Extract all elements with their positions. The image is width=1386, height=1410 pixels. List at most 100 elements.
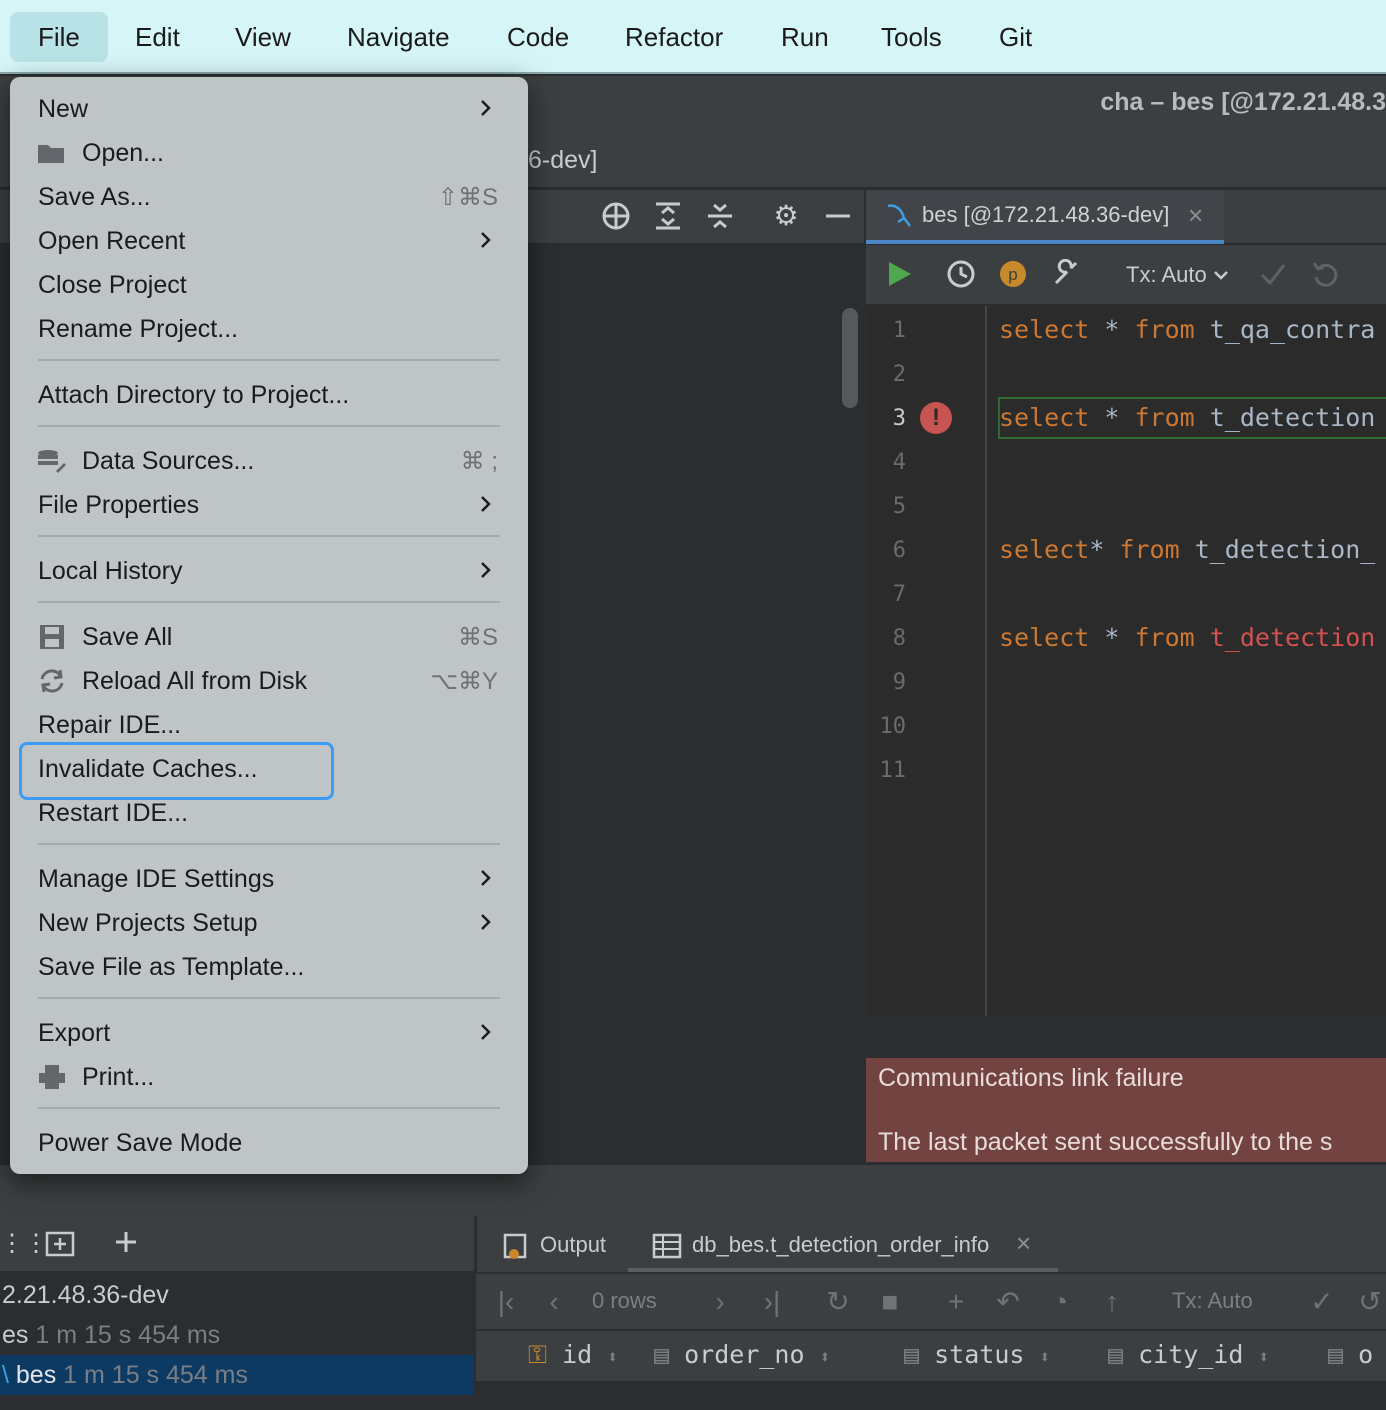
transaction-mode-select[interactable]: Tx: Auto bbox=[1172, 1288, 1253, 1314]
rollback-icon[interactable] bbox=[1310, 259, 1340, 289]
breadcrumb[interactable]: 6-dev] bbox=[528, 146, 597, 175]
menu-item-attach-directory[interactable]: Attach Directory to Project... bbox=[10, 373, 508, 417]
menu-view[interactable]: View bbox=[207, 12, 319, 62]
wrench-icon[interactable] bbox=[1050, 259, 1080, 289]
menu-tools[interactable]: Tools bbox=[853, 12, 970, 62]
rows-count-select[interactable]: 0 rows bbox=[592, 1288, 657, 1314]
menu-item-print[interactable]: Print... bbox=[10, 1055, 508, 1099]
scrollbar[interactable] bbox=[842, 308, 858, 408]
chevron-right-icon bbox=[481, 914, 491, 930]
menu-code[interactable]: Code bbox=[479, 12, 597, 62]
revert-icon[interactable]: ↶ bbox=[990, 1284, 1026, 1320]
expand-all-icon[interactable] bbox=[652, 200, 684, 232]
save-icon bbox=[40, 625, 64, 649]
menu-separator bbox=[38, 997, 500, 999]
error-message-detail: The last packet sent successfully to the… bbox=[878, 1128, 1333, 1156]
stop-icon[interactable]: ■ bbox=[872, 1284, 908, 1320]
collapse-all-icon[interactable] bbox=[704, 200, 736, 232]
preview-icon[interactable]: ◔ bbox=[1042, 1284, 1078, 1320]
menu-item-close-project[interactable]: Close Project bbox=[10, 263, 508, 307]
refresh-icon[interactable]: ↻ bbox=[820, 1284, 856, 1320]
rollback-icon[interactable]: ↺ bbox=[1352, 1284, 1386, 1320]
add-row-icon[interactable]: + bbox=[938, 1284, 974, 1320]
menu-item-power-save-mode[interactable]: Power Save Mode bbox=[10, 1121, 508, 1165]
window-title: cha – bes [@172.21.48.3 bbox=[1100, 88, 1386, 116]
menu-navigate[interactable]: Navigate bbox=[319, 12, 478, 62]
commit-icon[interactable] bbox=[1258, 259, 1288, 289]
column-header[interactable]: ▤ city_id ⬍ bbox=[1108, 1340, 1269, 1369]
line-number: 4 bbox=[892, 450, 906, 475]
menu-separator bbox=[38, 843, 500, 845]
folder-icon bbox=[38, 145, 64, 163]
menu-item-reload-all[interactable]: Reload All from Disk ⌥⌘Y bbox=[10, 659, 508, 703]
svg-text:p: p bbox=[1008, 265, 1017, 284]
menu-item-repair-ide[interactable]: Repair IDE... bbox=[10, 703, 508, 747]
history-icon[interactable] bbox=[946, 259, 976, 289]
gear-icon[interactable]: ⚙ bbox=[768, 198, 804, 234]
menu-item-open[interactable]: Open... bbox=[10, 131, 508, 175]
menu-item-data-sources[interactable]: Data Sources... ⌘ ; bbox=[10, 439, 508, 483]
line-number: 7 bbox=[892, 582, 906, 607]
line-number: 10 bbox=[879, 714, 907, 739]
tab-output[interactable]: Output bbox=[540, 1232, 606, 1258]
mysql-dolphin-icon: \ bbox=[2, 1361, 9, 1389]
list-item[interactable]: es 1 m 15 s 454 ms bbox=[0, 1315, 474, 1355]
commit-icon[interactable]: ✓ bbox=[1304, 1284, 1340, 1320]
previous-page-icon[interactable]: ‹ bbox=[536, 1284, 572, 1320]
table-body bbox=[476, 1381, 1386, 1410]
add-icon[interactable] bbox=[112, 1228, 144, 1260]
mysql-dolphin-icon bbox=[887, 204, 911, 227]
menu-item-restart-ide[interactable]: Restart IDE... bbox=[10, 791, 508, 835]
locate-icon[interactable] bbox=[600, 200, 632, 232]
line-number: 6 bbox=[892, 538, 906, 563]
menu-item-rename-project[interactable]: Rename Project... bbox=[10, 307, 508, 351]
column-header[interactable]: ▤ order_no ⬍ bbox=[654, 1340, 830, 1369]
menu-item-open-recent[interactable]: Open Recent bbox=[10, 219, 508, 263]
column-header[interactable]: ▤ o bbox=[1328, 1340, 1373, 1369]
run-icon[interactable] bbox=[884, 259, 914, 289]
menu-item-export[interactable]: Export bbox=[10, 1011, 508, 1055]
menu-item-new-projects-setup[interactable]: New Projects Setup bbox=[10, 901, 508, 945]
column-header[interactable]: ▤ status ⬍ bbox=[904, 1340, 1050, 1369]
menu-item-manage-ide-settings[interactable]: Manage IDE Settings bbox=[10, 857, 508, 901]
line-number: 2 bbox=[892, 362, 906, 387]
line-number: 11 bbox=[879, 758, 907, 783]
menu-item-save-file-as-template[interactable]: Save File as Template... bbox=[10, 945, 508, 989]
code-line: select * from t_qa_contra bbox=[999, 315, 1376, 344]
first-page-icon[interactable]: |‹ bbox=[488, 1284, 524, 1320]
submit-icon[interactable]: ↑ bbox=[1094, 1284, 1130, 1320]
menu-run[interactable]: Run bbox=[753, 12, 857, 62]
menu-git[interactable]: Git bbox=[971, 12, 1060, 62]
menu-item-save-all[interactable]: Save All ⌘S bbox=[10, 615, 508, 659]
menu-refactor[interactable]: Refactor bbox=[597, 12, 751, 62]
menu-item-new[interactable]: New bbox=[10, 87, 508, 131]
menu-item-local-history[interactable]: Local History bbox=[10, 549, 508, 593]
minimize-icon[interactable] bbox=[822, 200, 854, 232]
chevron-right-icon bbox=[481, 1024, 491, 1040]
menu-item-file-properties[interactable]: File Properties bbox=[10, 483, 508, 527]
last-page-icon[interactable]: ›| bbox=[754, 1284, 790, 1320]
editor-tab-label: bes [@172.21.48.36-dev] bbox=[922, 202, 1170, 227]
parameters-icon[interactable]: p bbox=[998, 259, 1028, 289]
line-number: 5 bbox=[892, 494, 906, 519]
list-item-selected[interactable]: \ bes 1 m 15 s 454 ms bbox=[0, 1355, 474, 1395]
next-page-icon[interactable]: › bbox=[702, 1284, 738, 1320]
output-icon bbox=[503, 1233, 527, 1259]
close-icon[interactable]: × bbox=[1016, 1228, 1031, 1259]
menu-file[interactable]: File bbox=[10, 12, 108, 62]
close-icon[interactable]: × bbox=[1188, 200, 1203, 231]
column-header[interactable]: ⚿ id ⬍ bbox=[528, 1340, 618, 1370]
chevron-right-icon bbox=[481, 870, 491, 886]
add-service-icon[interactable] bbox=[44, 1228, 76, 1260]
reload-icon bbox=[40, 669, 64, 693]
group-icon[interactable]: ⋮⋮ bbox=[0, 1226, 48, 1262]
data-sources-icon bbox=[38, 450, 66, 473]
transaction-mode-select[interactable]: Tx: Auto bbox=[1126, 262, 1207, 288]
menu-edit[interactable]: Edit bbox=[107, 12, 208, 62]
menu-separator bbox=[38, 359, 500, 361]
menu-item-save-as[interactable]: Save As... ⇧⌘S bbox=[10, 175, 508, 219]
error-icon[interactable]: ! bbox=[920, 402, 952, 434]
tab-table-result[interactable]: db_bes.t_detection_order_info bbox=[692, 1232, 989, 1258]
chevron-right-icon bbox=[481, 496, 491, 512]
list-item[interactable]: 2.21.48.36-dev bbox=[0, 1275, 474, 1315]
